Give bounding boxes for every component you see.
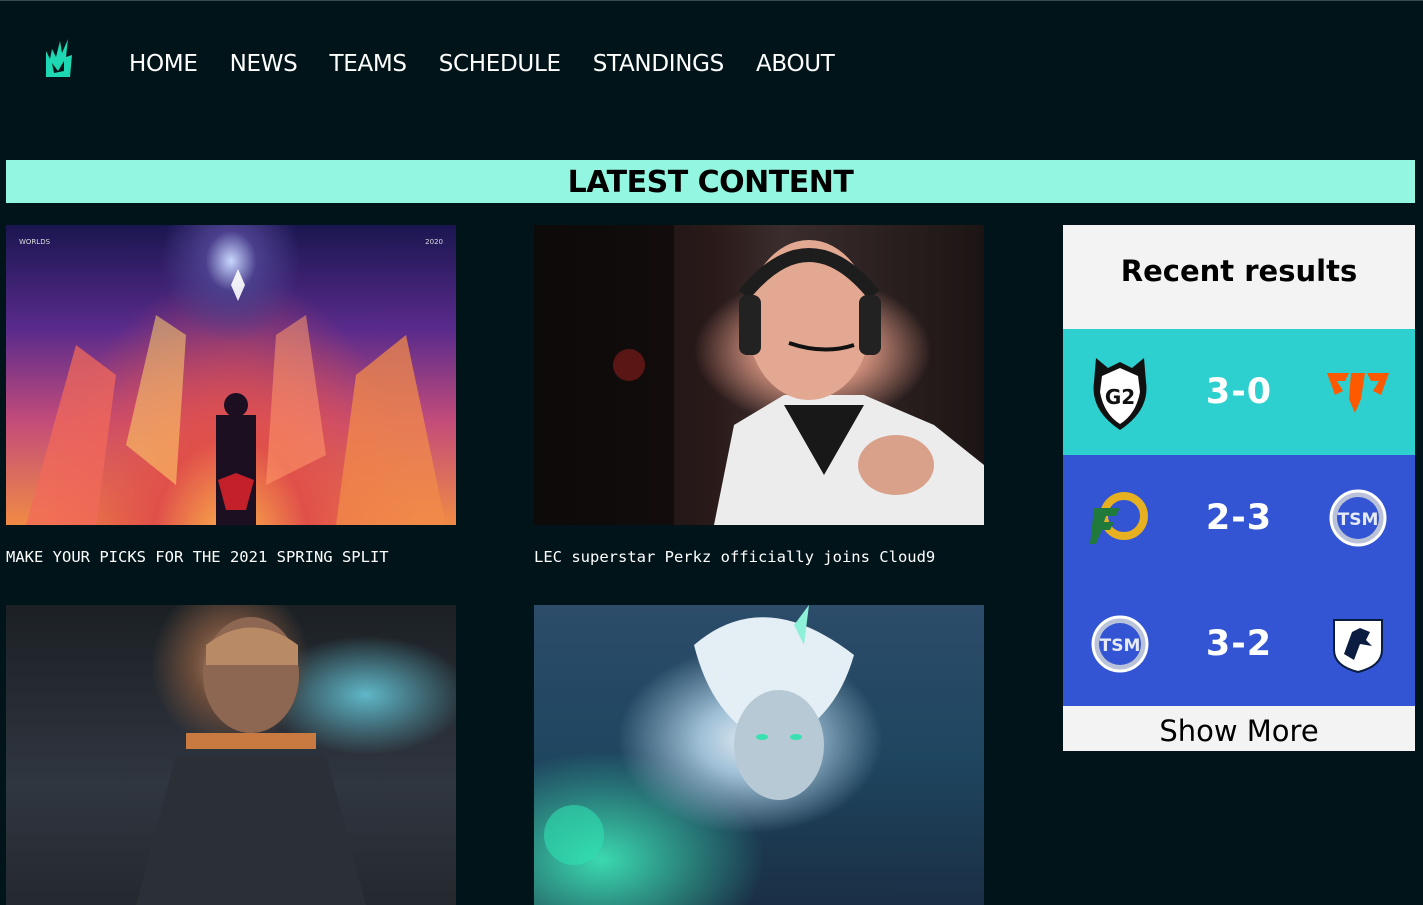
latest-content-heading: LATEST CONTENT — [6, 160, 1415, 203]
team-liquid-logo-icon — [1323, 609, 1393, 679]
tsm-logo-icon: TSM — [1085, 609, 1155, 679]
article-card[interactable] — [6, 605, 456, 905]
nav-news[interactable]: NEWS — [230, 48, 298, 80]
nav-teams[interactable]: TEAMS — [329, 48, 407, 80]
svg-text:G2: G2 — [1105, 385, 1135, 409]
match-score: 2-3 — [1205, 498, 1273, 538]
match-score: 3-2 — [1205, 623, 1273, 664]
article-card[interactable]: LEC superstar Perkz officially joins Clo… — [534, 225, 984, 566]
article-thumbnail-player-back[interactable] — [6, 605, 456, 905]
fnatic-logo-icon — [1323, 357, 1393, 427]
article-thumbnail-worlds[interactable]: WORLDS 2020 — [6, 225, 456, 525]
match-result-row[interactable]: G2 3-0 — [1063, 329, 1415, 455]
article-caption[interactable]: MAKE YOUR PICKS FOR THE 2021 SPRING SPLI… — [6, 548, 456, 566]
nav-about[interactable]: ABOUT — [756, 48, 835, 80]
article-caption[interactable]: LEC superstar Perkz officially joins Clo… — [534, 548, 984, 566]
article-thumbnail-champion[interactable] — [534, 605, 984, 905]
match-result-row[interactable]: TSM 3-2 — [1063, 581, 1415, 706]
svg-text:TSM: TSM — [1100, 636, 1141, 656]
article-card[interactable]: WORLDS 2020 MAKE YOUR PICKS FOR THE 2021… — [6, 225, 456, 566]
match-result-row[interactable]: 2-3 TSM — [1063, 455, 1415, 581]
tsm-logo-icon: TSM — [1323, 483, 1393, 553]
article-thumbnail-perkz[interactable] — [534, 225, 984, 525]
match-score: 3-0 — [1205, 372, 1273, 412]
top-border — [0, 0, 1423, 1]
nav-home[interactable]: HOME — [129, 48, 198, 80]
recent-results-panel: Recent results G2 3-0 2-3 TSM TSM 3-2 Sh… — [1063, 225, 1415, 751]
recent-results-title: Recent results — [1063, 225, 1415, 329]
nav-schedule[interactable]: SCHEDULE — [439, 48, 561, 80]
lec-logo-icon[interactable] — [44, 37, 74, 79]
flyquest-logo-icon — [1085, 483, 1155, 553]
svg-text:TSM: TSM — [1338, 510, 1379, 530]
main-nav: HOME NEWS TEAMS SCHEDULE STANDINGS ABOUT — [129, 48, 867, 80]
article-card[interactable] — [534, 605, 984, 905]
show-more-button[interactable]: Show More — [1063, 706, 1415, 751]
g2-logo-icon: G2 — [1085, 357, 1155, 430]
nav-standings[interactable]: STANDINGS — [593, 48, 725, 80]
